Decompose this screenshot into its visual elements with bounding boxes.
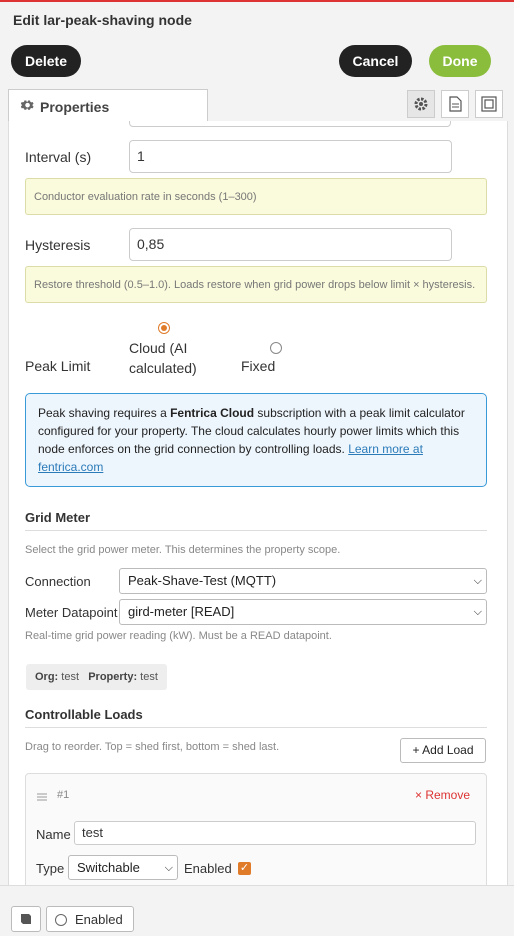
connection-value: Peak-Shave-Test (MQTT) xyxy=(128,573,277,588)
tab-properties[interactable]: Properties xyxy=(8,89,208,122)
info-text-1: Peak shaving requires a xyxy=(38,406,171,420)
book-icon xyxy=(21,914,31,924)
grid-meter-title: Grid Meter xyxy=(25,510,91,525)
interval-input[interactable]: 1 xyxy=(129,140,452,173)
peak-limit-fixed-label[interactable]: Fixed xyxy=(241,358,275,374)
hysteresis-hint: Restore threshold (0.5–1.0). Loads resto… xyxy=(25,266,487,303)
loads-divider xyxy=(25,727,487,728)
dialog-title: Edit lar-peak-shaving node xyxy=(13,12,192,28)
add-load-button[interactable]: + Add Load xyxy=(400,738,486,763)
property-label: Property: xyxy=(88,671,138,683)
loads-description: Drag to reorder. Top = shed first, botto… xyxy=(25,741,280,753)
cancel-button[interactable]: Cancel xyxy=(339,45,412,77)
grid-meter-description: Select the grid power meter. This determ… xyxy=(25,544,341,556)
done-button[interactable]: Done xyxy=(429,45,491,77)
gear-icon xyxy=(21,100,34,110)
chevron-down-icon: ⌵ xyxy=(164,862,173,874)
peak-limit-cloud-label[interactable]: Cloud (AI calculated) xyxy=(129,338,197,378)
cloud-info-box: Peak shaving requires a Fentrica Cloud s… xyxy=(25,393,487,487)
load-type-value: Switchable xyxy=(77,860,140,875)
meter-datapoint-hint: Real-time grid power reading (kW). Must … xyxy=(25,630,332,642)
node-settings-button[interactable] xyxy=(407,90,435,118)
delete-button[interactable]: Delete xyxy=(11,45,81,77)
load-index: #1 xyxy=(57,789,70,801)
node-appearance-button[interactable] xyxy=(475,90,503,118)
node-enabled-toggle[interactable]: Enabled xyxy=(46,906,134,932)
load-type-label: Type xyxy=(36,861,65,876)
load-name-label: Name xyxy=(36,827,71,842)
property-value: test xyxy=(140,671,158,683)
remove-load-button[interactable]: × Remove xyxy=(415,788,470,802)
drag-handle-icon[interactable] xyxy=(37,792,47,802)
hysteresis-input[interactable]: 0,85 xyxy=(129,228,452,261)
node-enabled-label: Enabled xyxy=(75,912,123,927)
load-name-input[interactable]: test xyxy=(74,821,476,845)
frame-icon xyxy=(481,96,497,112)
cloud-label-line2: calculated) xyxy=(129,360,197,376)
chevron-down-icon: ⌵ xyxy=(473,606,482,618)
peak-limit-fixed-radio[interactable] xyxy=(270,342,282,354)
meter-datapoint-select[interactable]: gird-meter [READ] ⌵ xyxy=(119,599,487,625)
load-type-select[interactable]: Switchable ⌵ xyxy=(68,855,178,880)
info-bold: Fentrica Cloud xyxy=(170,406,255,420)
interval-label: Interval (s) xyxy=(25,149,92,165)
load-card: #1 × Remove Name test Type Switchable ⌵ … xyxy=(25,773,487,885)
controllable-loads-title: Controllable Loads xyxy=(25,707,143,722)
meter-datapoint-value: gird-meter [READ] xyxy=(128,604,235,619)
org-value: test xyxy=(61,671,80,683)
chevron-down-icon: ⌵ xyxy=(473,575,482,587)
enabled-radio-icon xyxy=(55,914,67,926)
tab-bar: Properties xyxy=(0,88,514,122)
properties-panel[interactable]: Interval (s) 1 Conductor evaluation rate… xyxy=(8,121,508,885)
grid-meter-divider xyxy=(25,530,487,531)
node-description-button[interactable] xyxy=(441,90,469,118)
cloud-label-line1: Cloud (AI xyxy=(129,340,188,356)
peak-limit-cloud-radio[interactable] xyxy=(158,322,170,334)
hysteresis-label: Hysteresis xyxy=(25,237,91,253)
node-help-button[interactable] xyxy=(11,906,41,932)
connection-select[interactable]: Peak-Shave-Test (MQTT) ⌵ xyxy=(119,568,487,594)
scope-badge: Org: test Property: test xyxy=(26,664,167,690)
document-icon xyxy=(449,96,462,112)
tab-label: Properties xyxy=(40,99,110,115)
load-enabled-checkbox[interactable]: ✓ xyxy=(238,862,251,875)
dialog-footer: Enabled xyxy=(0,885,514,933)
connection-label: Connection xyxy=(25,574,91,589)
meter-datapoint-label: Meter Datapoint xyxy=(25,605,118,620)
dialog-header: Edit lar-peak-shaving node xyxy=(0,2,514,37)
scrolled-input[interactable] xyxy=(129,121,451,127)
load-enabled-label: Enabled xyxy=(184,861,232,876)
interval-hint: Conductor evaluation rate in seconds (1–… xyxy=(25,178,487,215)
org-label: Org: xyxy=(35,671,59,683)
peak-limit-label: Peak Limit xyxy=(25,358,91,374)
gear-icon xyxy=(414,97,428,111)
